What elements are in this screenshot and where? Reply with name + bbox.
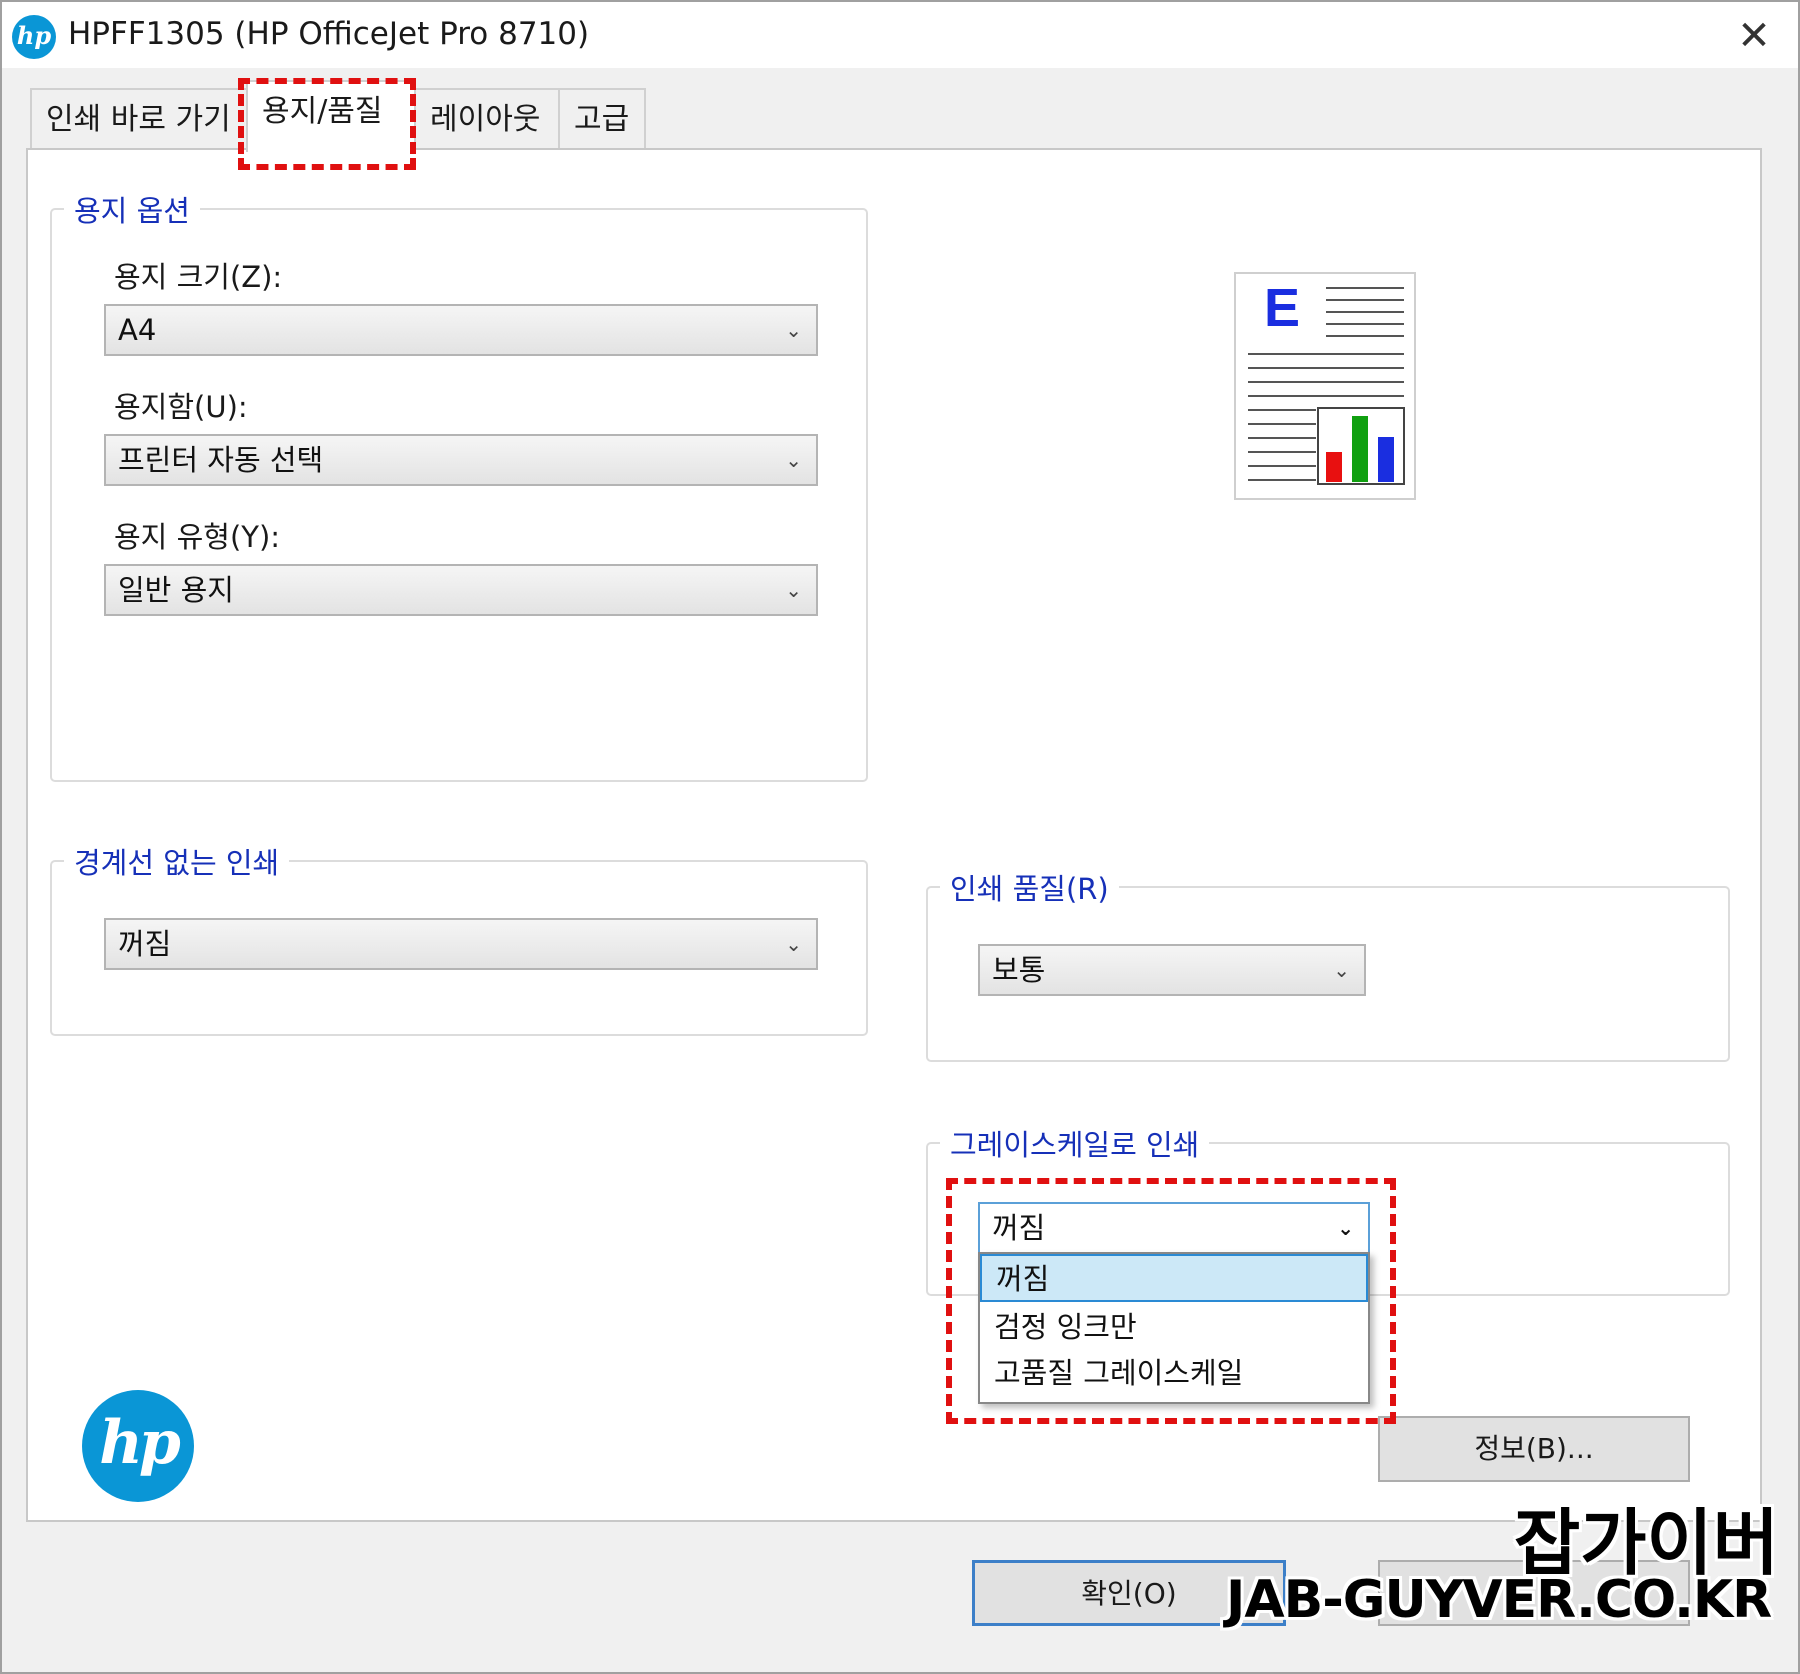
tab-layout[interactable]: 레이아웃 <box>414 88 560 150</box>
hp-app-icon: hp <box>12 15 56 59</box>
paper-tray-label: 용지함(U): <box>114 390 248 424</box>
hp-logo: hp <box>82 1390 194 1502</box>
print-quality-value: 보통 <box>992 953 1046 987</box>
grayscale-value: 꺼짐 <box>992 1211 1046 1245</box>
chevron-down-icon: ⌄ <box>785 318 802 342</box>
title-bar: hp HPFF1305 (HP OfficeJet Pro 8710) ✕ <box>2 2 1798 68</box>
preview-bar <box>1326 452 1342 482</box>
chevron-down-icon: ⌄ <box>785 578 802 602</box>
paper-size-value: A4 <box>118 313 157 347</box>
paper-size-select[interactable]: A4 ⌄ <box>104 304 818 356</box>
paper-type-select[interactable]: 일반 용지 ⌄ <box>104 564 818 616</box>
paper-size-label: 용지 크기(Z): <box>114 260 283 294</box>
chevron-down-icon: ⌄ <box>785 448 802 472</box>
paper-type-value: 일반 용지 <box>118 573 234 607</box>
chevron-down-icon: ⌄ <box>1333 958 1350 982</box>
grayscale-option-black-ink[interactable]: 검정 잉크만 <box>980 1304 1368 1352</box>
borderless-printing-group: 경계선 없는 인쇄 꺼짐 ⌄ <box>50 840 868 1036</box>
close-icon[interactable]: ✕ <box>1730 12 1778 60</box>
paper-options-label: 용지 옵션 <box>64 188 200 230</box>
window-title: HPFF1305 (HP OfficeJet Pro 8710) <box>68 16 590 52</box>
chevron-down-icon: ⌄ <box>1337 1216 1354 1240</box>
print-quality-group: 인쇄 품질(R) 보통 ⌄ <box>926 866 1730 1062</box>
print-quality-label: 인쇄 품질(R) <box>940 866 1119 908</box>
tab-advanced[interactable]: 고급 <box>558 88 646 150</box>
borderless-printing-select[interactable]: 꺼짐 ⌄ <box>104 918 818 970</box>
paper-options-group: 용지 옵션 용지 크기(Z): A4 ⌄ 용지함(U): 프린터 자동 선택 ⌄… <box>50 188 868 782</box>
about-button[interactable]: 정보(B)... <box>1378 1416 1690 1482</box>
borderless-printing-label: 경계선 없는 인쇄 <box>64 840 290 882</box>
printer-preferences-window: hp HPFF1305 (HP OfficeJet Pro 8710) ✕ 인쇄… <box>0 0 1800 1674</box>
preview-letter: E <box>1264 278 1300 338</box>
preview-bar <box>1352 416 1368 482</box>
grayscale-option-off[interactable]: 꺼짐 <box>980 1254 1368 1302</box>
borderless-printing-value: 꺼짐 <box>118 927 172 961</box>
paper-tray-select[interactable]: 프린터 자동 선택 ⌄ <box>104 434 818 486</box>
watermark-url: JAB-GUYVER.CO.KR <box>1226 1570 1772 1630</box>
tab-paper-quality[interactable]: 용지/품질 <box>246 80 416 152</box>
print-quality-select[interactable]: 보통 ⌄ <box>978 944 1366 996</box>
paper-type-label: 용지 유형(Y): <box>114 520 281 554</box>
preview-bar <box>1378 437 1394 482</box>
chevron-down-icon: ⌄ <box>785 932 802 956</box>
paper-tray-value: 프린터 자동 선택 <box>118 443 324 477</box>
grayscale-option-high-quality[interactable]: 고품질 그레이스케일 <box>980 1350 1368 1398</box>
tab-printing-shortcuts[interactable]: 인쇄 바로 가기 <box>30 88 250 150</box>
grayscale-select[interactable]: 꺼짐 ⌄ <box>978 1202 1370 1254</box>
preview-graphic: E <box>1248 278 1405 485</box>
grayscale-printing-label: 그레이스케일로 인쇄 <box>940 1122 1210 1164</box>
document-preview: E <box>1234 272 1416 500</box>
grayscale-dropdown-list: 꺼짐 검정 잉크만 고품질 그레이스케일 <box>978 1252 1370 1404</box>
